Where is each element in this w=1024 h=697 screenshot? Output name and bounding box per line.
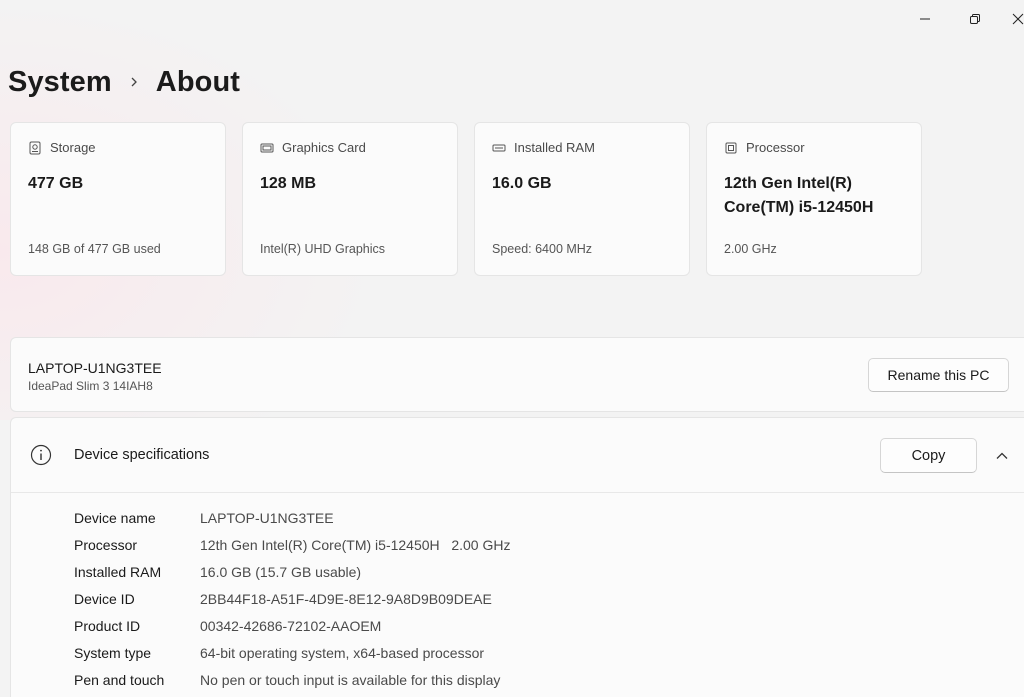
card-title: Installed RAM — [514, 140, 595, 155]
spec-label: Device name — [74, 509, 156, 526]
card-storage[interactable]: Storage 477 GB 148 GB of 477 GB used — [10, 122, 226, 276]
spec-value: 2BB44F18-A51F-4D9E-8E12-9A8D9B09DEAE — [200, 590, 492, 607]
copy-button[interactable]: Copy — [880, 438, 977, 473]
minimize-icon[interactable] — [900, 6, 950, 32]
restore-icon[interactable] — [950, 6, 1000, 32]
spec-row: Installed RAM 16.0 GB (15.7 GB usable) — [74, 558, 510, 585]
spec-row: Processor 12th Gen Intel(R) Core(TM) i5-… — [74, 531, 510, 558]
card-title: Processor — [746, 140, 805, 155]
spec-row: Device name LAPTOP-U1NG3TEE — [74, 504, 510, 531]
spec-row: Device ID 2BB44F18-A51F-4D9E-8E12-9A8D9B… — [74, 585, 510, 612]
card-value: 128 MB — [260, 175, 317, 192]
storage-icon — [29, 141, 41, 154]
chevron-right-icon — [112, 76, 156, 88]
card-subtext: Intel(R) UHD Graphics — [260, 242, 386, 256]
card-subtext: 148 GB of 477 GB used — [28, 242, 161, 256]
spec-value: LAPTOP-U1NG3TEE — [200, 509, 334, 526]
spec-label: Product ID — [74, 617, 141, 634]
card-ram[interactable]: Installed RAM 16.0 GB Speed: 6400 MHz — [474, 122, 690, 276]
spec-list: Device name LAPTOP-U1NG3TEE Processor 12… — [74, 504, 510, 693]
device-specifications-panel: Device specifications Copy Device name L… — [10, 417, 1024, 697]
breadcrumb: System About — [8, 62, 240, 102]
spec-value: 64-bit operating system, x64-based proce… — [200, 644, 485, 661]
pc-name: LAPTOP-U1NG3TEE — [28, 360, 162, 376]
breadcrumb-system[interactable]: System — [8, 66, 112, 99]
card-graphics[interactable]: Graphics Card 128 MB Intel(R) UHD Graphi… — [242, 122, 458, 276]
spec-row: Pen and touch No pen or touch input is a… — [74, 666, 510, 693]
spec-label: Pen and touch — [74, 671, 165, 688]
chevron-up-icon[interactable] — [992, 446, 1012, 466]
device-specifications-header[interactable]: Device specifications Copy — [11, 418, 1024, 493]
spec-label: Installed RAM — [74, 563, 162, 580]
rename-pc-button[interactable]: Rename this PC — [868, 358, 1009, 392]
card-processor[interactable]: Processor 12th Gen Intel(R) Core(TM) i5-… — [706, 122, 922, 276]
spec-label: Processor — [74, 536, 138, 553]
spec-value: 12th Gen Intel(R) Core(TM) i5-12450H 2.0… — [200, 536, 511, 553]
card-value: 12th Gen Intel(R) Core(TM) i5-12450H — [724, 175, 874, 216]
page-title: About — [155, 65, 241, 98]
spec-value: 16.0 GB (15.7 GB usable) — [200, 563, 362, 580]
spec-label: System type — [74, 644, 152, 661]
graphics-card-icon — [260, 143, 274, 152]
ram-icon — [492, 144, 506, 151]
card-value: 16.0 GB — [492, 175, 552, 192]
card-title: Storage — [50, 140, 96, 155]
card-subtext: Speed: 6400 MHz — [492, 242, 593, 256]
card-subtext: 2.00 GHz — [724, 242, 777, 256]
pc-name-panel: LAPTOP-U1NG3TEE IdeaPad Slim 3 14IAH8 Re… — [10, 337, 1024, 412]
spec-value: 00342-42686-72102-AAOEM — [200, 617, 382, 634]
card-title: Graphics Card — [282, 140, 366, 155]
section-title: Device specifications — [74, 447, 210, 463]
window-controls — [900, 6, 1024, 32]
summary-cards: Storage 477 GB 148 GB of 477 GB used Gra… — [10, 122, 922, 276]
card-value: 477 GB — [28, 175, 84, 192]
spec-row: System type 64-bit operating system, x64… — [74, 639, 510, 666]
spec-value: No pen or touch input is available for t… — [200, 671, 501, 688]
spec-row: Product ID 00342-42686-72102-AAOEM — [74, 612, 510, 639]
close-icon[interactable] — [1000, 6, 1024, 32]
pc-model: IdeaPad Slim 3 14IAH8 — [28, 379, 153, 393]
info-icon — [30, 444, 52, 471]
spec-label: Device ID — [74, 590, 135, 607]
processor-icon — [725, 142, 737, 153]
